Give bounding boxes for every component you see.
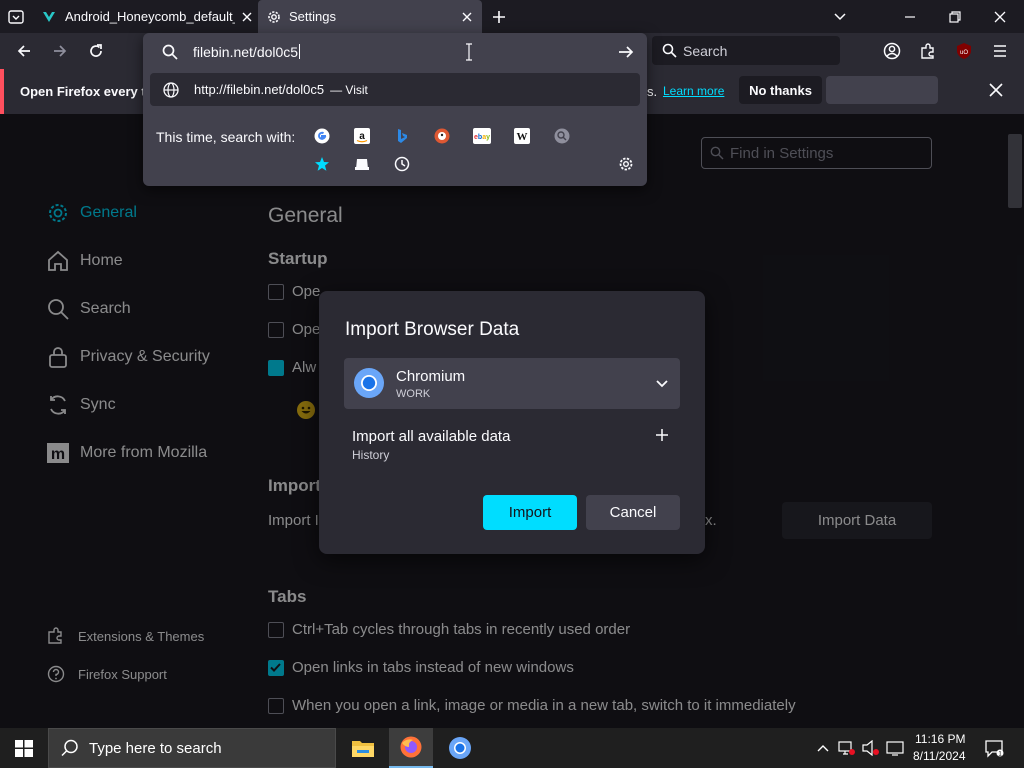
set-default-button[interactable] [826, 76, 938, 104]
volume-muted-icon[interactable] [862, 740, 880, 756]
go-arrow-icon[interactable] [617, 43, 635, 61]
svg-text:uO: uO [960, 50, 968, 56]
chevron-down-icon[interactable] [832, 9, 848, 25]
suggestion-url: http://filebin.net/dol0c5 [194, 82, 325, 97]
menu-icon[interactable] [986, 37, 1014, 65]
svg-text:W: W [517, 131, 528, 143]
chromium-icon [353, 367, 385, 399]
tab-list-icon[interactable] [7, 8, 25, 26]
gear-icon [266, 9, 282, 25]
account-icon[interactable] [878, 37, 906, 65]
new-tab-icon[interactable] [491, 9, 507, 25]
import-button-label: Import [508, 504, 552, 521]
wikipedia-icon[interactable]: W [513, 127, 531, 145]
search-engine-icon[interactable] [553, 127, 571, 145]
restore-icon[interactable] [947, 9, 963, 25]
amazon-icon[interactable]: a [353, 127, 371, 145]
import-all-label: Import all available data [352, 428, 511, 445]
reload-icon[interactable] [82, 37, 110, 65]
close-icon[interactable] [459, 9, 475, 25]
dialog-title: Import Browser Data [345, 319, 520, 340]
forward-icon[interactable] [46, 37, 74, 65]
file-explorer-icon[interactable] [341, 728, 385, 768]
tab-settings[interactable]: Settings [258, 0, 482, 33]
display-icon[interactable] [886, 740, 904, 756]
taskbar-time[interactable]: 11:16 PM [915, 732, 965, 746]
notification-text-fragment: s. [647, 84, 658, 99]
ublock-icon[interactable]: uO [950, 37, 978, 65]
cancel-button-label: Cancel [609, 504, 657, 521]
import-button[interactable]: Import [483, 495, 577, 530]
tab-label: Settings [289, 9, 336, 24]
extensions-icon[interactable] [914, 37, 942, 65]
close-icon[interactable] [239, 9, 255, 25]
import-detail: History [352, 448, 390, 462]
chromium-taskbar-icon[interactable] [438, 728, 482, 768]
no-thanks-button[interactable]: No thanks [739, 76, 822, 104]
search-icon [662, 43, 677, 58]
ebay-icon[interactable]: ebay [473, 127, 491, 145]
search-icon [61, 739, 79, 757]
expand-plus-icon[interactable] [655, 428, 669, 442]
minimize-icon[interactable] [902, 9, 918, 25]
firefox-taskbar-icon[interactable] [389, 728, 433, 768]
i-beam-cursor-icon [464, 43, 474, 61]
search-settings-gear-icon[interactable] [617, 155, 635, 173]
taskbar-date[interactable]: 8/11/2024 [913, 749, 966, 763]
no-thanks-label: No thanks [749, 82, 812, 98]
notification-text: Open Firefox every ti [20, 84, 150, 99]
close-window-icon[interactable] [992, 9, 1008, 25]
url-suggestion-row[interactable]: http://filebin.net/dol0c5 — Visit [150, 73, 640, 106]
google-icon[interactable] [313, 127, 331, 145]
close-icon[interactable] [988, 82, 1004, 98]
browser-select-dropdown[interactable]: Chromium WORK [344, 358, 680, 409]
suggestion-action: — Visit [330, 82, 368, 97]
network-icon[interactable] [838, 740, 856, 756]
site-favicon-icon [41, 9, 57, 25]
url-input-value: filebin.net/dol0c5 [193, 43, 299, 60]
learn-more-link[interactable]: Learn more [663, 84, 724, 98]
globe-icon [163, 81, 179, 98]
back-icon[interactable] [10, 37, 38, 65]
tab-android-honeycomb[interactable]: Android_Honeycomb_default_w [34, 0, 256, 33]
bookmarks-star-icon[interactable] [313, 155, 331, 173]
history-clock-icon[interactable] [393, 155, 411, 173]
search-bar[interactable]: Search [652, 36, 840, 65]
taskbar-search-placeholder: Type here to search [89, 739, 222, 757]
import-browser-data-dialog: Import Browser Data Chromium WORK Import… [319, 291, 705, 554]
svg-text:ebay: ebay [474, 134, 490, 141]
tab-strip: Android_Honeycomb_default_w Settings [0, 0, 1024, 33]
chevron-up-icon[interactable] [816, 741, 830, 755]
cancel-button[interactable]: Cancel [586, 495, 680, 530]
notifications-icon[interactable]: 1 [984, 738, 1004, 758]
url-input[interactable]: filebin.net/dol0c5 [151, 37, 641, 66]
text-cursor [299, 44, 301, 59]
duckduckgo-icon[interactable] [433, 127, 451, 145]
tabs-icon[interactable] [353, 155, 371, 173]
search-placeholder: Search [683, 42, 728, 59]
browser-name: Chromium [396, 368, 466, 385]
windows-start-icon[interactable] [15, 740, 33, 757]
urlbar-dropdown: filebin.net/dol0c5 http://filebin.net/do… [143, 33, 647, 186]
svg-text:a: a [359, 131, 365, 142]
tab-label: Android_Honeycomb_default_w [65, 9, 235, 24]
taskbar-search-input[interactable]: Type here to search [48, 728, 336, 768]
search-icon [162, 44, 178, 60]
browser-profile: WORK [396, 388, 431, 400]
bing-icon[interactable] [393, 127, 411, 145]
search-with-label: This time, search with: [156, 129, 296, 145]
chevron-down-icon [654, 376, 670, 392]
